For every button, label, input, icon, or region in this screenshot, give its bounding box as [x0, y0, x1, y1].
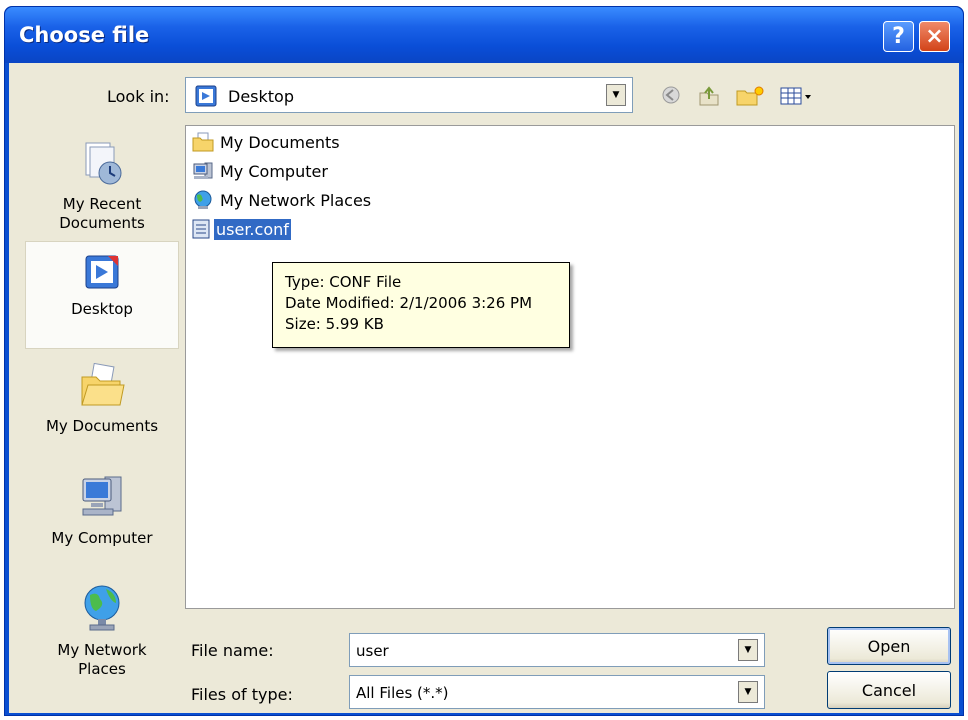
place-label-network: My Network Places [57, 641, 147, 678]
recent-documents-icon [85, 142, 122, 185]
places-bar: My Recent Documents Desktop My Documents… [25, 131, 179, 697]
list-item-selected[interactable]: user.conf [192, 217, 291, 241]
list-item[interactable]: My Computer [192, 159, 330, 183]
network-places-icon [84, 585, 120, 631]
file-name-label: File name: [191, 641, 274, 660]
file-icon [192, 219, 210, 239]
chevron-down-icon: ▼ [744, 687, 752, 697]
list-item[interactable]: My Network Places [192, 188, 373, 212]
open-button[interactable]: Open [827, 627, 951, 665]
file-type-select[interactable]: All Files (*.*) ▼ [349, 675, 765, 709]
file-name: user.conf [214, 218, 291, 240]
file-type-label: Files of type: [191, 685, 293, 704]
tooltip-date-modified: Date Modified: 2/1/2006 3:26 PM [285, 294, 533, 312]
back-icon[interactable] [661, 85, 681, 109]
my-documents-icon [81, 362, 125, 406]
cancel-button[interactable]: Cancel [827, 671, 951, 709]
list-item[interactable]: My Documents [192, 130, 342, 154]
file-name-input[interactable]: user [356, 642, 389, 660]
window-title: Choose file [19, 23, 150, 47]
chevron-down-icon: ▼ [612, 90, 620, 100]
look-in-value: Desktop [228, 87, 294, 106]
file-type-dropdown-button[interactable]: ▼ [738, 681, 758, 703]
file-name: My Network Places [220, 190, 372, 210]
place-my-computer[interactable]: My Computer [25, 465, 179, 571]
new-folder-icon[interactable] [735, 85, 765, 111]
place-label-my-computer: My Computer [51, 529, 153, 547]
file-name: My Computer [220, 161, 328, 181]
dialog-body: Look in: Desktop ▼ My Recent Documents D… [9, 63, 959, 713]
file-name: My Documents [220, 132, 340, 152]
place-recent-documents[interactable]: My Recent Documents [25, 135, 179, 239]
close-button[interactable]: × [919, 21, 950, 52]
chevron-down-icon: ▼ [744, 645, 752, 655]
place-label-desktop: Desktop [71, 300, 133, 318]
view-menu-icon[interactable] [779, 85, 815, 111]
help-button[interactable]: ? [883, 21, 914, 52]
choose-file-dialog: Choose file ? × Look in: Desktop ▼ My Re… [4, 6, 964, 716]
tooltip-size: Size: 5.99 KB [285, 315, 384, 333]
folder-documents-icon [192, 132, 214, 152]
place-my-documents[interactable]: My Documents [25, 357, 179, 461]
computer-icon [193, 162, 213, 179]
file-name-dropdown-button[interactable]: ▼ [738, 639, 758, 661]
place-desktop[interactable]: Desktop [25, 241, 179, 349]
my-computer-icon [82, 476, 122, 516]
look-in-dropdown-button[interactable]: ▼ [606, 84, 626, 106]
look-in-label: Look in: [107, 87, 170, 106]
place-label-my-documents: My Documents [45, 417, 159, 435]
up-folder-icon[interactable] [697, 85, 721, 111]
place-network-places[interactable]: My Network Places [25, 579, 179, 691]
file-list[interactable]: My Documents My Computer My Network Plac… [185, 125, 955, 609]
desktop-icon [194, 84, 218, 112]
title-bar[interactable]: Choose file ? × [5, 7, 963, 63]
look-in-dropdown[interactable]: Desktop ▼ [185, 77, 633, 113]
file-type-value: All Files (*.*) [356, 684, 449, 702]
network-icon [194, 190, 212, 209]
tooltip-type: Type: CONF File [285, 273, 402, 291]
desktop-icon [85, 255, 119, 289]
place-label-recent: My Recent Documents [59, 195, 145, 232]
file-name-combo[interactable]: user ▼ [349, 633, 765, 667]
file-info-tooltip: Type: CONF File Date Modified: 2/1/2006 … [272, 262, 570, 348]
